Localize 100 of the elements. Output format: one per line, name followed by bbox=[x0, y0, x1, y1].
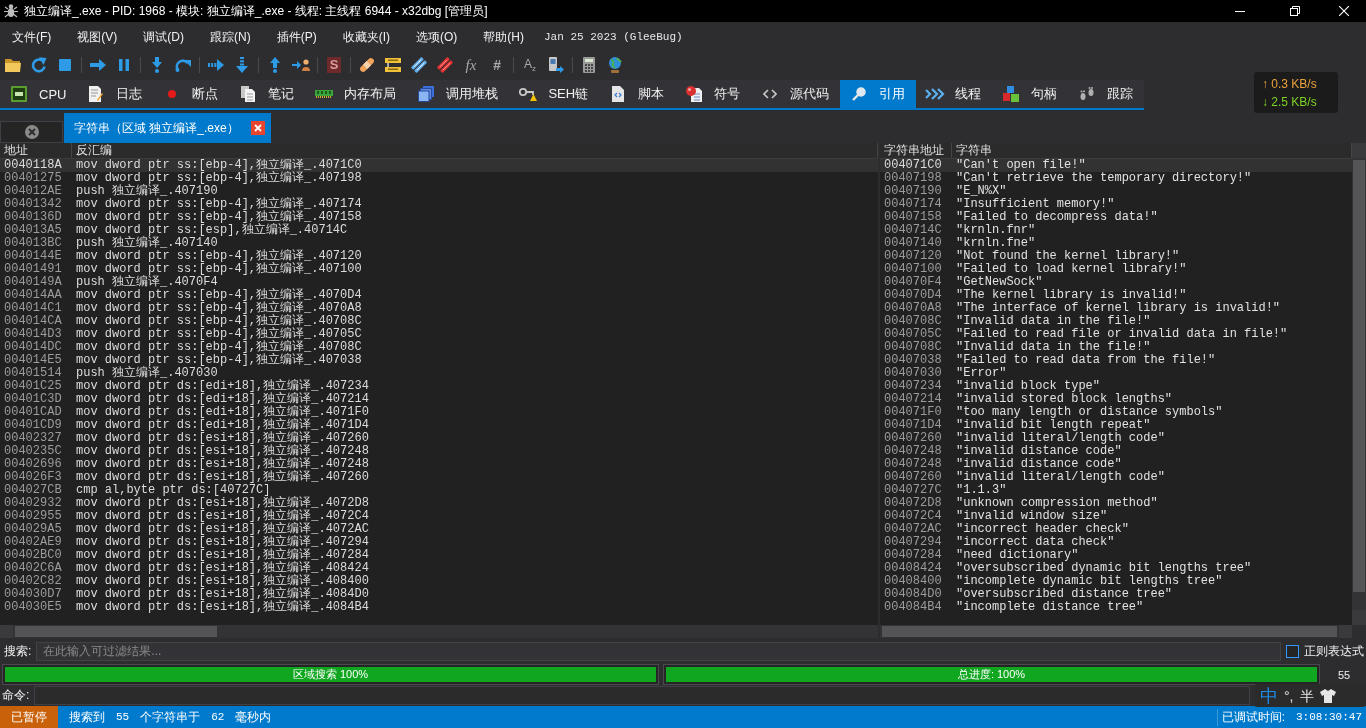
close-tabs-button[interactable] bbox=[0, 121, 63, 143]
string-address-cell-text: 00407260 bbox=[883, 432, 943, 445]
scrollbar-thumb[interactable] bbox=[15, 626, 217, 637]
string-cell-text: "Insufficient memory!" bbox=[955, 198, 1116, 211]
dotted-down-arrow-icon[interactable] bbox=[236, 57, 248, 73]
string-address-cell-text: 004072AC bbox=[883, 523, 943, 536]
menu-item[interactable]: 选项(O) bbox=[404, 25, 470, 49]
pause-icon[interactable] bbox=[119, 59, 129, 71]
curved-arrow-icon[interactable] bbox=[175, 58, 191, 72]
ime-mode-button[interactable]: 中 bbox=[1260, 685, 1278, 706]
tab[interactable]: CPU bbox=[0, 80, 78, 108]
menu-item[interactable]: 插件(P) bbox=[264, 25, 329, 49]
tags-icon[interactable] bbox=[411, 57, 427, 73]
shirt-icon[interactable] bbox=[1319, 688, 1336, 703]
string-address-cell-text: 00407260 bbox=[883, 471, 943, 484]
disassembly-cell-text: mov dword ptr ss:[ebp-4],独立编译_.407174 bbox=[75, 198, 363, 211]
tab[interactable]: 源代码 bbox=[751, 80, 841, 108]
horizontal-scrollbar[interactable] bbox=[880, 625, 1366, 638]
tab[interactable]: SEH链 bbox=[509, 80, 600, 108]
fx-icon[interactable]: fx bbox=[465, 57, 477, 73]
string-address-cell-text: 00407140 bbox=[883, 237, 943, 250]
note-lines-icon[interactable] bbox=[385, 58, 401, 72]
tab[interactable]: 内存布局 bbox=[305, 80, 408, 108]
tab[interactable]: 笔记 bbox=[229, 80, 306, 108]
documents-icon bbox=[241, 86, 256, 102]
az-icon[interactable]: A$_{z}$ bbox=[524, 56, 536, 74]
string-cell-text: "oversubscribed distance tree" bbox=[955, 588, 1174, 601]
width-button[interactable]: 半 bbox=[1299, 686, 1314, 705]
string-address-cell-text: 00407120 bbox=[883, 250, 943, 263]
folder-icon[interactable] bbox=[5, 58, 21, 72]
regex-checkbox[interactable] bbox=[1286, 644, 1299, 658]
string-cell-text: "unknown compression method" bbox=[955, 497, 1159, 510]
string-address-cell-text: 0040727C bbox=[883, 484, 943, 497]
notepad-icon bbox=[89, 86, 104, 102]
string-cell-text: "invalid block type" bbox=[955, 380, 1102, 393]
string-cell-text: "incorrect header check" bbox=[955, 523, 1130, 536]
tab[interactable]: 符号 bbox=[675, 80, 752, 108]
horizontal-scrollbar[interactable] bbox=[0, 625, 878, 638]
string-cell-text: "Failed to read data from the file!" bbox=[955, 354, 1217, 367]
tab[interactable]: 断点 bbox=[153, 80, 230, 108]
up-arrow-icon[interactable] bbox=[270, 57, 280, 73]
progress-label: 区域搜索 100% bbox=[291, 667, 370, 682]
tab[interactable]: 日志 bbox=[77, 80, 154, 108]
table-row[interactable]: 004071C0 "Can't open file!" bbox=[880, 159, 1352, 172]
status-text: 已调试时间: bbox=[1216, 708, 1285, 726]
address-cell-text: 00401CD9 bbox=[3, 419, 63, 432]
string-address-cell-text: 004072C4 bbox=[883, 510, 943, 523]
refresh-icon[interactable] bbox=[31, 57, 47, 73]
address-cell-text: 00401C25 bbox=[3, 380, 63, 393]
tab[interactable]: 脚本 bbox=[599, 80, 676, 108]
menu-item[interactable]: 视图(V) bbox=[65, 25, 130, 49]
handheld-arrow-icon[interactable] bbox=[548, 57, 564, 73]
menu-item[interactable]: 调试(D) bbox=[131, 25, 196, 49]
address-cell-text: 0040149A bbox=[3, 276, 63, 289]
tab[interactable]: 调用堆栈 bbox=[407, 80, 510, 108]
dotted-right-arrow-icon[interactable] bbox=[208, 59, 224, 71]
string-cell-text: "Failed to decompress data!" bbox=[955, 211, 1159, 224]
menu-item[interactable]: 跟踪(N) bbox=[198, 25, 263, 49]
tab[interactable]: 句柄 bbox=[992, 80, 1069, 108]
string-address-cell-text: 004070D4 bbox=[883, 289, 943, 302]
scrollbar-thumb[interactable] bbox=[882, 626, 1337, 637]
close-icon[interactable] bbox=[250, 121, 265, 135]
down-arrow-icon[interactable] bbox=[152, 57, 162, 73]
string-cell-text: "oversubscribed dynamic bit lengths tree" bbox=[955, 562, 1253, 575]
striped-tag-icon[interactable] bbox=[437, 57, 453, 73]
tab[interactable]: 字符串（区域 独立编译_.exe） bbox=[64, 113, 271, 143]
letter-s-icon[interactable]: S bbox=[327, 57, 341, 73]
address-cell-text: 00401342 bbox=[3, 198, 63, 211]
column-header: 地址 bbox=[0, 143, 72, 158]
string-address-cell-text: 00408424 bbox=[883, 562, 943, 575]
menu-item[interactable]: 帮助(H) bbox=[471, 25, 536, 49]
search-field[interactable]: 在此输入可过滤结果... bbox=[36, 641, 1281, 661]
menu-item[interactable]: 收藏夹(I) bbox=[330, 25, 402, 49]
string-address-cell-text: 004070A8 bbox=[883, 302, 943, 315]
search-label: 搜索: bbox=[4, 642, 32, 660]
punctuation-button[interactable]: °, bbox=[1284, 686, 1294, 705]
string-address-cell-text: 00407158 bbox=[883, 211, 943, 224]
calculator-icon[interactable] bbox=[583, 57, 595, 73]
command-label: 命令: bbox=[2, 687, 30, 704]
hash-icon[interactable]: # bbox=[493, 57, 501, 73]
arrow-person-icon[interactable] bbox=[292, 59, 310, 71]
tab[interactable]: 线程 bbox=[916, 80, 993, 108]
arrow-right-icon[interactable] bbox=[90, 59, 106, 71]
tab[interactable]: 跟踪 bbox=[1068, 80, 1145, 108]
address-cell-text: 00402955 bbox=[3, 510, 63, 523]
string-cell-text: "1.1.3" bbox=[955, 484, 1008, 497]
string-cell-text: "invalid distance code" bbox=[955, 458, 1123, 471]
bug-icon bbox=[4, 4, 18, 18]
string-cell-text: "invalid literal/length code" bbox=[955, 432, 1166, 445]
bandage-icon[interactable] bbox=[359, 57, 375, 73]
disassembly-cell-text: mov dword ptr ss:[esp],独立编译_.40714C bbox=[75, 224, 349, 237]
command-field[interactable] bbox=[34, 686, 1250, 705]
string-address-cell-text: 00408400 bbox=[883, 575, 943, 588]
vertical-scrollbar[interactable] bbox=[1352, 143, 1366, 625]
close-icon bbox=[1339, 6, 1349, 16]
tab[interactable]: 引用 bbox=[840, 80, 917, 108]
menu-item[interactable]: 文件(F) bbox=[0, 25, 64, 49]
globe-icon[interactable] bbox=[608, 57, 622, 73]
address-cell-text: 004014D3 bbox=[3, 328, 63, 341]
scrollbar-thumb[interactable] bbox=[1353, 160, 1365, 592]
